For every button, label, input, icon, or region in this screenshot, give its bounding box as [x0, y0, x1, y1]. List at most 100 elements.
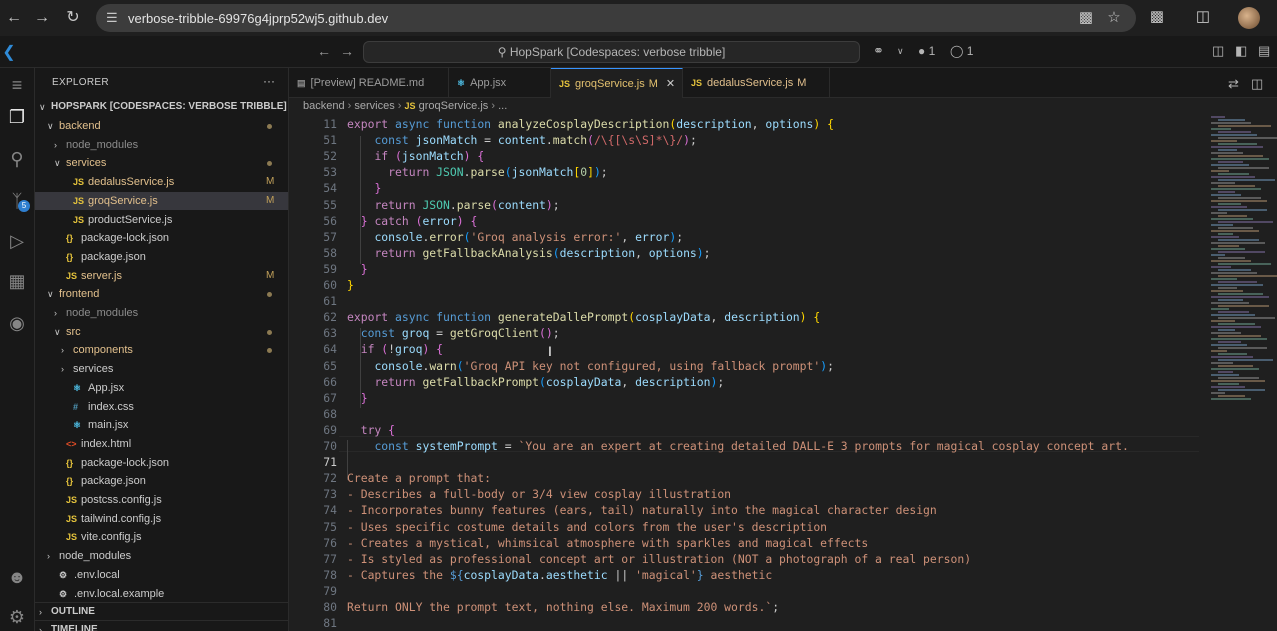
outline-section[interactable]: › OUTLINE [35, 602, 288, 620]
code-line[interactable]: } [347, 180, 381, 196]
command-center[interactable]: ⚲ HopSpark [Codespaces: verbose tribble] [363, 41, 860, 63]
tree-file[interactable]: {} package.json [35, 248, 288, 266]
tab-dedalusservice-js[interactable]: JS dedalusService.js M [683, 68, 830, 98]
extensions-icon[interactable]: ▦ [4, 268, 30, 294]
code-line[interactable]: - Uses specific costume details and colo… [347, 519, 827, 535]
code-line[interactable]: } [347, 390, 368, 406]
nav-forward-icon[interactable]: → [340, 43, 354, 59]
code-line[interactable]: if (!groq) { [347, 341, 443, 357]
url-text[interactable]: verbose-tribble-69976g4jprp52wj5.github.… [128, 11, 388, 26]
extensions-icon[interactable]: ▩ [1146, 6, 1168, 28]
breadcrumb-item[interactable]: groqService.js [419, 100, 489, 112]
close-icon[interactable]: ✕ [666, 78, 675, 90]
tab-groqservice-js[interactable]: JS groqService.js M ✕ [551, 68, 683, 98]
code-line[interactable]: export async function analyzeCosplayDesc… [347, 116, 834, 132]
account-icon[interactable]: ☻ [4, 564, 30, 590]
profile-avatar[interactable] [1238, 7, 1260, 29]
workspace-root[interactable]: ∨ HOPSPARK [CODESPACES: VERBOSE TRIBBLE] [35, 98, 288, 116]
tree-file[interactable]: JS groqService.js M [35, 191, 288, 210]
code-line[interactable]: const jsonMatch = content.match(/\{[\s\S… [347, 132, 696, 148]
minimap[interactable] [1207, 116, 1277, 631]
toggle-sidebar-icon[interactable]: ◧ [1235, 43, 1247, 59]
chevron-right-icon[interactable]: › [47, 547, 57, 565]
code-line[interactable]: } [347, 277, 354, 293]
tree-file[interactable]: JS dedalusService.js M [35, 173, 288, 191]
code-line[interactable]: - Creates a mystical, whimsical atmosphe… [347, 535, 868, 551]
code-line[interactable]: console.error('Groq analysis error:', er… [347, 229, 683, 245]
code-line[interactable]: - Captures the ${cosplayData.aesthetic |… [347, 567, 772, 583]
tree-folder[interactable]: › node_modules [35, 547, 288, 565]
nav-back-icon[interactable]: ← [317, 43, 331, 59]
run-debug-icon[interactable]: ▷ [4, 228, 30, 254]
address-bar[interactable]: ☰ verbose-tribble-69976g4jprp52wj5.githu… [96, 4, 1136, 32]
tree-file[interactable]: ⚙ .env.local [35, 566, 288, 584]
explorer-icon[interactable]: ❐ [4, 104, 30, 130]
menu-icon[interactable]: ≡ [4, 72, 30, 98]
tree-file[interactable]: ⚛ main.jsx [35, 416, 288, 434]
sidebar-toggle-icon[interactable]: ◫ [1192, 6, 1214, 28]
sync-indicator[interactable]: ◯ 1 [950, 44, 973, 58]
chevron-right-icon[interactable]: › [61, 360, 71, 378]
code-line[interactable]: return getFallbackPrompt(cosplayData, de… [347, 374, 724, 390]
tree-folder[interactable]: ∨ backend [35, 117, 288, 135]
ports-indicator[interactable]: ● 1 [918, 44, 935, 58]
tab-app-jsx[interactable]: ⚛ App.jsx [449, 68, 551, 98]
toggle-panel-icon[interactable]: ▤ [1258, 43, 1270, 59]
timeline-section[interactable]: › TIMELINE [35, 620, 288, 631]
site-info-icon[interactable]: ☰ [106, 10, 118, 26]
split-editor-icon[interactable]: ◫ [1251, 76, 1263, 92]
code-line[interactable]: const groq = getGroqClient(); [347, 325, 560, 341]
code-line[interactable]: return JSON.parse(jsonMatch[0]); [347, 164, 608, 180]
code-line[interactable]: Create a prompt that: [347, 470, 491, 486]
tab-readme-preview[interactable]: ▤ [Preview] README.md [289, 68, 449, 98]
tree-file[interactable]: ⚛ App.jsx [35, 379, 288, 397]
install-app-icon[interactable]: ▩ [1075, 7, 1097, 29]
code-line[interactable]: return JSON.parse(content); [347, 197, 559, 213]
chevron-down-icon[interactable]: ∨ [47, 117, 57, 135]
chevron-down-icon[interactable]: ∨ [897, 46, 904, 57]
code-line[interactable]: if (jsonMatch) { [347, 148, 484, 164]
tree-file[interactable]: JS postcss.config.js [35, 491, 288, 509]
chevron-right-icon[interactable]: › [54, 136, 64, 154]
tree-folder[interactable]: › node_modules [35, 136, 288, 154]
breadcrumb-item[interactable]: backend [303, 100, 345, 112]
tree-file[interactable]: JS tailwind.config.js [35, 510, 288, 528]
copilot-icon[interactable]: ⚭ [873, 43, 884, 59]
chevron-down-icon[interactable]: ∨ [47, 285, 57, 303]
tree-folder[interactable]: ∨ frontend [35, 285, 288, 303]
explorer-more-button[interactable]: ··· [263, 74, 275, 88]
breadcrumb-item[interactable]: ... [498, 100, 507, 112]
code-line[interactable]: } catch (error) { [347, 213, 478, 229]
compare-changes-icon[interactable]: ⇄ [1228, 76, 1239, 92]
forward-arrow-icon[interactable]: → [30, 6, 54, 30]
tree-folder[interactable]: › components [35, 341, 288, 359]
chevron-down-icon[interactable]: ∨ [54, 154, 64, 172]
code-line[interactable]: console.warn('Groq API key not configure… [347, 358, 834, 374]
search-icon[interactable]: ⚲ [4, 146, 30, 172]
chevron-down-icon[interactable]: ∨ [54, 323, 64, 341]
vscode-logo-icon[interactable]: ❮ [0, 42, 18, 61]
code-line[interactable]: - Describes a full-body or 3/4 view cosp… [347, 486, 731, 502]
tree-folder[interactable]: ∨ src [35, 323, 288, 341]
code-line[interactable]: Return ONLY the prompt text, nothing els… [347, 599, 779, 615]
code-line[interactable]: export async function generateDallePromp… [347, 309, 820, 325]
code-line[interactable]: try { [347, 422, 395, 438]
layout-icon[interactable]: ◫ [1212, 43, 1224, 59]
tree-folder[interactable]: ∨ services [35, 154, 288, 172]
tree-folder[interactable]: › node_modules [35, 304, 288, 322]
breadcrumb-item[interactable]: services [354, 100, 394, 112]
code-line[interactable]: - Incorporates bunny features (ears, tai… [347, 502, 937, 518]
tree-file[interactable]: {} package-lock.json [35, 454, 288, 472]
manage-gear-icon[interactable]: ⚙ [4, 604, 30, 630]
bookmark-star-icon[interactable]: ☆ [1103, 7, 1125, 29]
tree-file[interactable]: JS productService.js [35, 211, 288, 229]
code-line[interactable]: } [347, 261, 368, 277]
tree-file[interactable]: # index.css [35, 398, 288, 416]
tree-file[interactable]: {} package.json [35, 472, 288, 490]
code-editor[interactable]: 11 export async function analyzeCosplayDe… [289, 116, 1199, 631]
code-line[interactable]: - Is styled as professional concept art … [347, 551, 971, 567]
tree-file[interactable]: JS server.js M [35, 267, 288, 285]
back-arrow-icon[interactable]: ← [2, 6, 26, 30]
tree-file[interactable]: {} package-lock.json [35, 229, 288, 247]
tree-folder[interactable]: › services [35, 360, 288, 378]
